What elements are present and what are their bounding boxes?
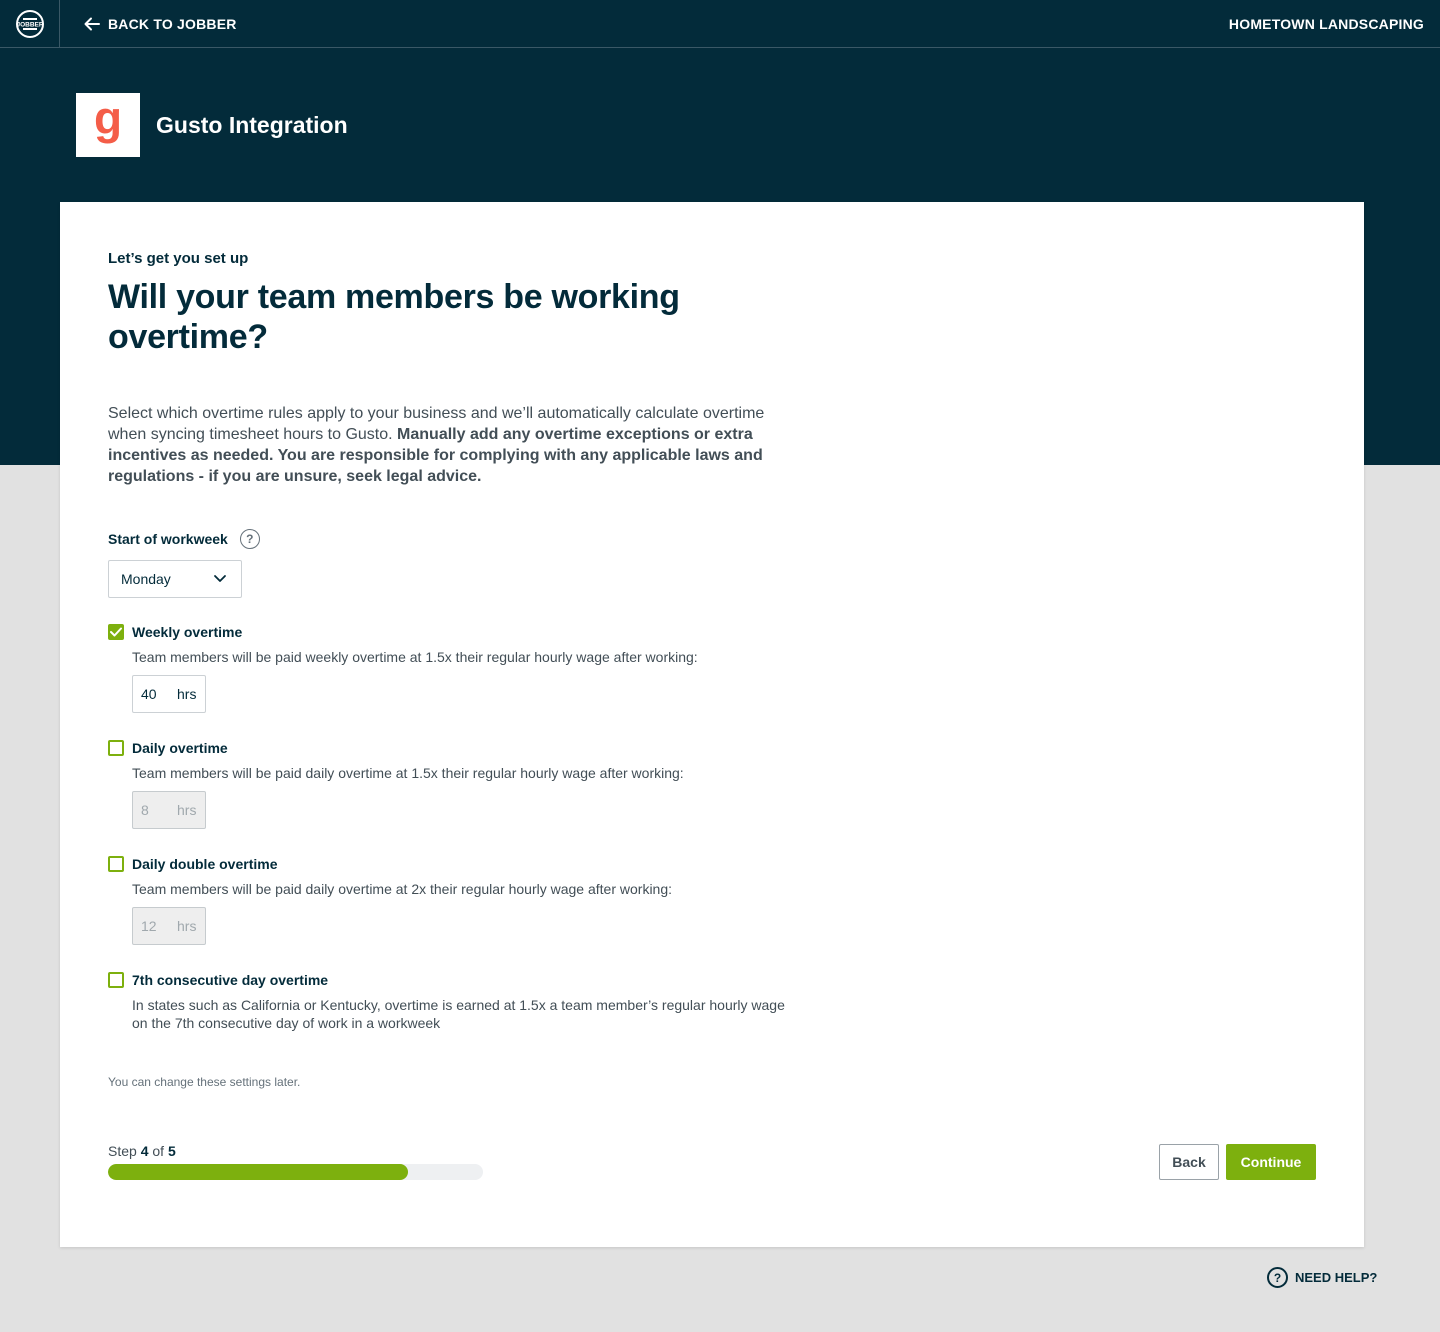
option-title: Weekly overtime [132,624,243,640]
step-current: 4 [140,1143,149,1159]
back-to-jobber-link[interactable]: BACK TO JOBBER [84,16,237,32]
option-daily-double-overtime: Daily double overtime Team members will … [108,856,808,945]
chevron-down-icon [214,575,226,582]
page-title: Will your team members be working overti… [108,278,680,356]
step-indicator: Step 4 of 5 [108,1143,176,1159]
option-7th-day-overtime: 7th consecutive day overtime In states s… [108,972,808,1032]
back-to-jobber-label: BACK TO JOBBER [108,15,237,32]
integration-header: g Gusto Integration [76,93,348,157]
integration-title: Gusto Integration [156,111,348,138]
hours-value: 12 [141,918,157,934]
daily-overtime-checkbox[interactable] [108,740,124,756]
hours-value: 8 [141,802,149,818]
weekly-overtime-checkbox[interactable] [108,624,124,640]
step-prefix: Step [108,1143,137,1159]
settings-note: You can change these settings later. [108,1075,301,1089]
continue-button[interactable]: Continue [1226,1144,1316,1180]
checkmark-icon [110,627,122,637]
intro-paragraph: Select which overtime rules apply to you… [108,403,798,487]
step-of: of [152,1143,165,1159]
company-name: HOMETOWN LANDSCAPING [1228,15,1424,32]
workweek-selected-value: Monday [121,571,171,587]
hours-unit: hrs [177,918,197,934]
option-header: 7th consecutive day overtime [108,972,808,988]
option-header: Daily overtime [108,740,808,756]
back-button[interactable]: Back [1159,1144,1219,1180]
step-total: 5 [167,1143,176,1159]
option-daily-overtime: Daily overtime Team members will be paid… [108,740,808,829]
jobber-logo-text: JOBBER [16,21,43,28]
workweek-select[interactable]: Monday [108,560,242,598]
progress-bar [108,1164,483,1180]
hours-unit: hrs [177,686,197,702]
seventh-day-overtime-checkbox[interactable] [108,972,124,988]
option-description: Team members will be paid daily overtime… [132,881,673,897]
question-circle-icon: ? [1267,1267,1288,1288]
jobber-logo[interactable]: JOBBER [0,0,60,47]
arrow-left-icon [84,17,100,30]
hours-unit: hrs [177,802,197,818]
weekly-overtime-hours-input[interactable]: 40 hrs [132,675,206,713]
option-description: Team members will be paid daily overtime… [132,765,684,781]
need-help-label: NEED HELP? [1295,1270,1378,1285]
option-weekly-overtime: Weekly overtime Team members will be pai… [108,624,808,713]
option-header: Daily double overtime [108,856,808,872]
help-icon[interactable]: ? [239,529,260,549]
option-header: Weekly overtime [108,624,808,640]
option-title: 7th consecutive day overtime [132,972,329,988]
hours-value: 40 [141,686,157,702]
option-description: In states such as California or Kentucky… [132,997,785,1031]
daily-double-overtime-hours-input: 12 hrs [132,907,206,945]
option-description: Team members will be paid weekly overtim… [132,649,698,665]
gusto-logo-icon: g [94,100,122,144]
top-bar: JOBBER BACK TO JOBBER HOMETOWN LANDSCAPI… [0,0,1440,48]
progress-bar-fill [108,1164,408,1180]
option-title: Daily double overtime [132,856,278,872]
daily-overtime-hours-input: 8 hrs [132,791,206,829]
option-title: Daily overtime [132,740,228,756]
workweek-label-row: Start of workweek ? [108,529,260,549]
gusto-logo: g [76,93,140,157]
gusto-logo-letter: g [94,100,122,144]
need-help-link[interactable]: ? NEED HELP? [1267,1267,1377,1288]
jobber-logo-icon: JOBBER [15,9,44,38]
workweek-label: Start of workweek [108,531,228,547]
setup-card: Let’s get you set up Will your team memb… [60,202,1364,1247]
daily-double-overtime-checkbox[interactable] [108,856,124,872]
eyebrow-text: Let’s get you set up [108,250,249,267]
